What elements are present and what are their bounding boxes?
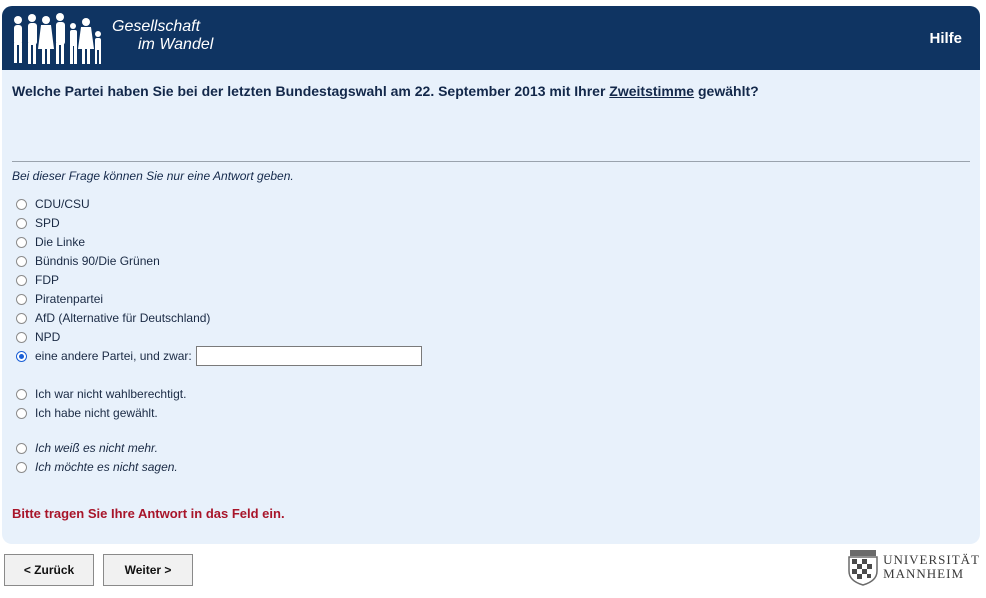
option-label: AfD (Alternative für Deutschland) <box>35 311 211 325</box>
option-other-party[interactable]: eine andere Partei, und zwar: <box>16 344 422 368</box>
next-button[interactable]: Weiter > <box>103 554 193 586</box>
radio-button[interactable] <box>16 198 27 210</box>
radio-button[interactable] <box>16 461 27 473</box>
option-piratenpartei[interactable]: Piratenpartei <box>16 290 103 308</box>
radio-button[interactable] <box>16 255 27 267</box>
option-not-eligible[interactable]: Ich war nicht wahlberechtigt. <box>16 385 186 403</box>
crest-icon <box>848 550 878 586</box>
option-label: FDP <box>35 273 59 287</box>
instruction-text: Bei dieser Frage können Sie nur eine Ant… <box>12 169 294 183</box>
question-text-start: Welche Partei haben Sie bei der letzten … <box>12 83 610 99</box>
radio-button-selected[interactable] <box>16 350 27 362</box>
option-label: Ich habe nicht gewählt. <box>35 406 158 420</box>
other-party-input[interactable] <box>195 346 422 366</box>
option-did-not-vote[interactable]: Ich habe nicht gewählt. <box>16 404 158 422</box>
error-message: Bitte tragen Sie Ihre Antwort in das Fel… <box>12 506 285 521</box>
option-prefer-not-say[interactable]: Ich möchte es nicht sagen. <box>16 458 178 476</box>
option-afd[interactable]: AfD (Alternative für Deutschland) <box>16 309 210 327</box>
radio-button[interactable] <box>16 442 27 454</box>
university-line-2: MANNHEIM <box>883 566 965 581</box>
radio-button[interactable] <box>16 407 27 419</box>
option-label: Piratenpartei <box>35 292 104 306</box>
option-label: Bündnis 90/Die Grünen <box>35 254 160 268</box>
option-label: Ich weiß es nicht mehr. <box>35 441 158 455</box>
university-line-1: UNIVERSITÄT <box>883 552 980 567</box>
radio-button[interactable] <box>16 274 27 286</box>
radio-button[interactable] <box>16 312 27 324</box>
option-fdp[interactable]: FDP <box>16 271 59 289</box>
option-spd[interactable]: SPD <box>16 214 60 232</box>
university-logo: UNIVERSITÄT MANNHEIM <box>846 548 980 586</box>
option-label: Ich möchte es nicht sagen. <box>35 460 178 474</box>
help-link[interactable]: Hilfe <box>929 30 962 47</box>
option-label: SPD <box>35 216 60 230</box>
logo-line-1: Gesellschaft <box>112 18 201 35</box>
radio-button[interactable] <box>16 293 27 305</box>
divider <box>12 161 970 162</box>
question-text: Welche Partei haben Sie bei der letzten … <box>12 83 759 99</box>
radio-button[interactable] <box>16 331 27 343</box>
logo-line-2: im Wandel <box>138 36 214 53</box>
option-cdu-csu[interactable]: CDU/CSU <box>16 195 90 213</box>
people-silhouettes-logo <box>14 13 101 64</box>
option-die-linke[interactable]: Die Linke <box>16 233 85 251</box>
option-dont-remember[interactable]: Ich weiß es nicht mehr. <box>16 439 158 457</box>
radio-button[interactable] <box>16 217 27 229</box>
logo-wordmark: Gesellschaft im Wandel <box>112 18 213 54</box>
header-bar: Gesellschaft im Wandel Hilfe <box>2 6 980 70</box>
radio-button[interactable] <box>16 388 27 400</box>
option-label: Ich war nicht wahlberechtigt. <box>35 387 187 401</box>
option-label: CDU/CSU <box>35 197 90 211</box>
option-label: Die Linke <box>35 235 86 249</box>
option-label: NPD <box>35 330 61 344</box>
radio-button[interactable] <box>16 236 27 248</box>
university-name: UNIVERSITÄT MANNHEIM <box>883 553 980 581</box>
survey-panel: Gesellschaft im Wandel Hilfe Welche Part… <box>2 6 980 544</box>
question-text-end: gewählt? <box>694 83 759 99</box>
option-label: eine andere Partei, und zwar: <box>35 349 192 363</box>
option-gruene[interactable]: Bündnis 90/Die Grünen <box>16 252 160 270</box>
zweitstimme-link[interactable]: Zweitstimme <box>609 83 694 99</box>
back-button[interactable]: < Zurück <box>4 554 94 586</box>
